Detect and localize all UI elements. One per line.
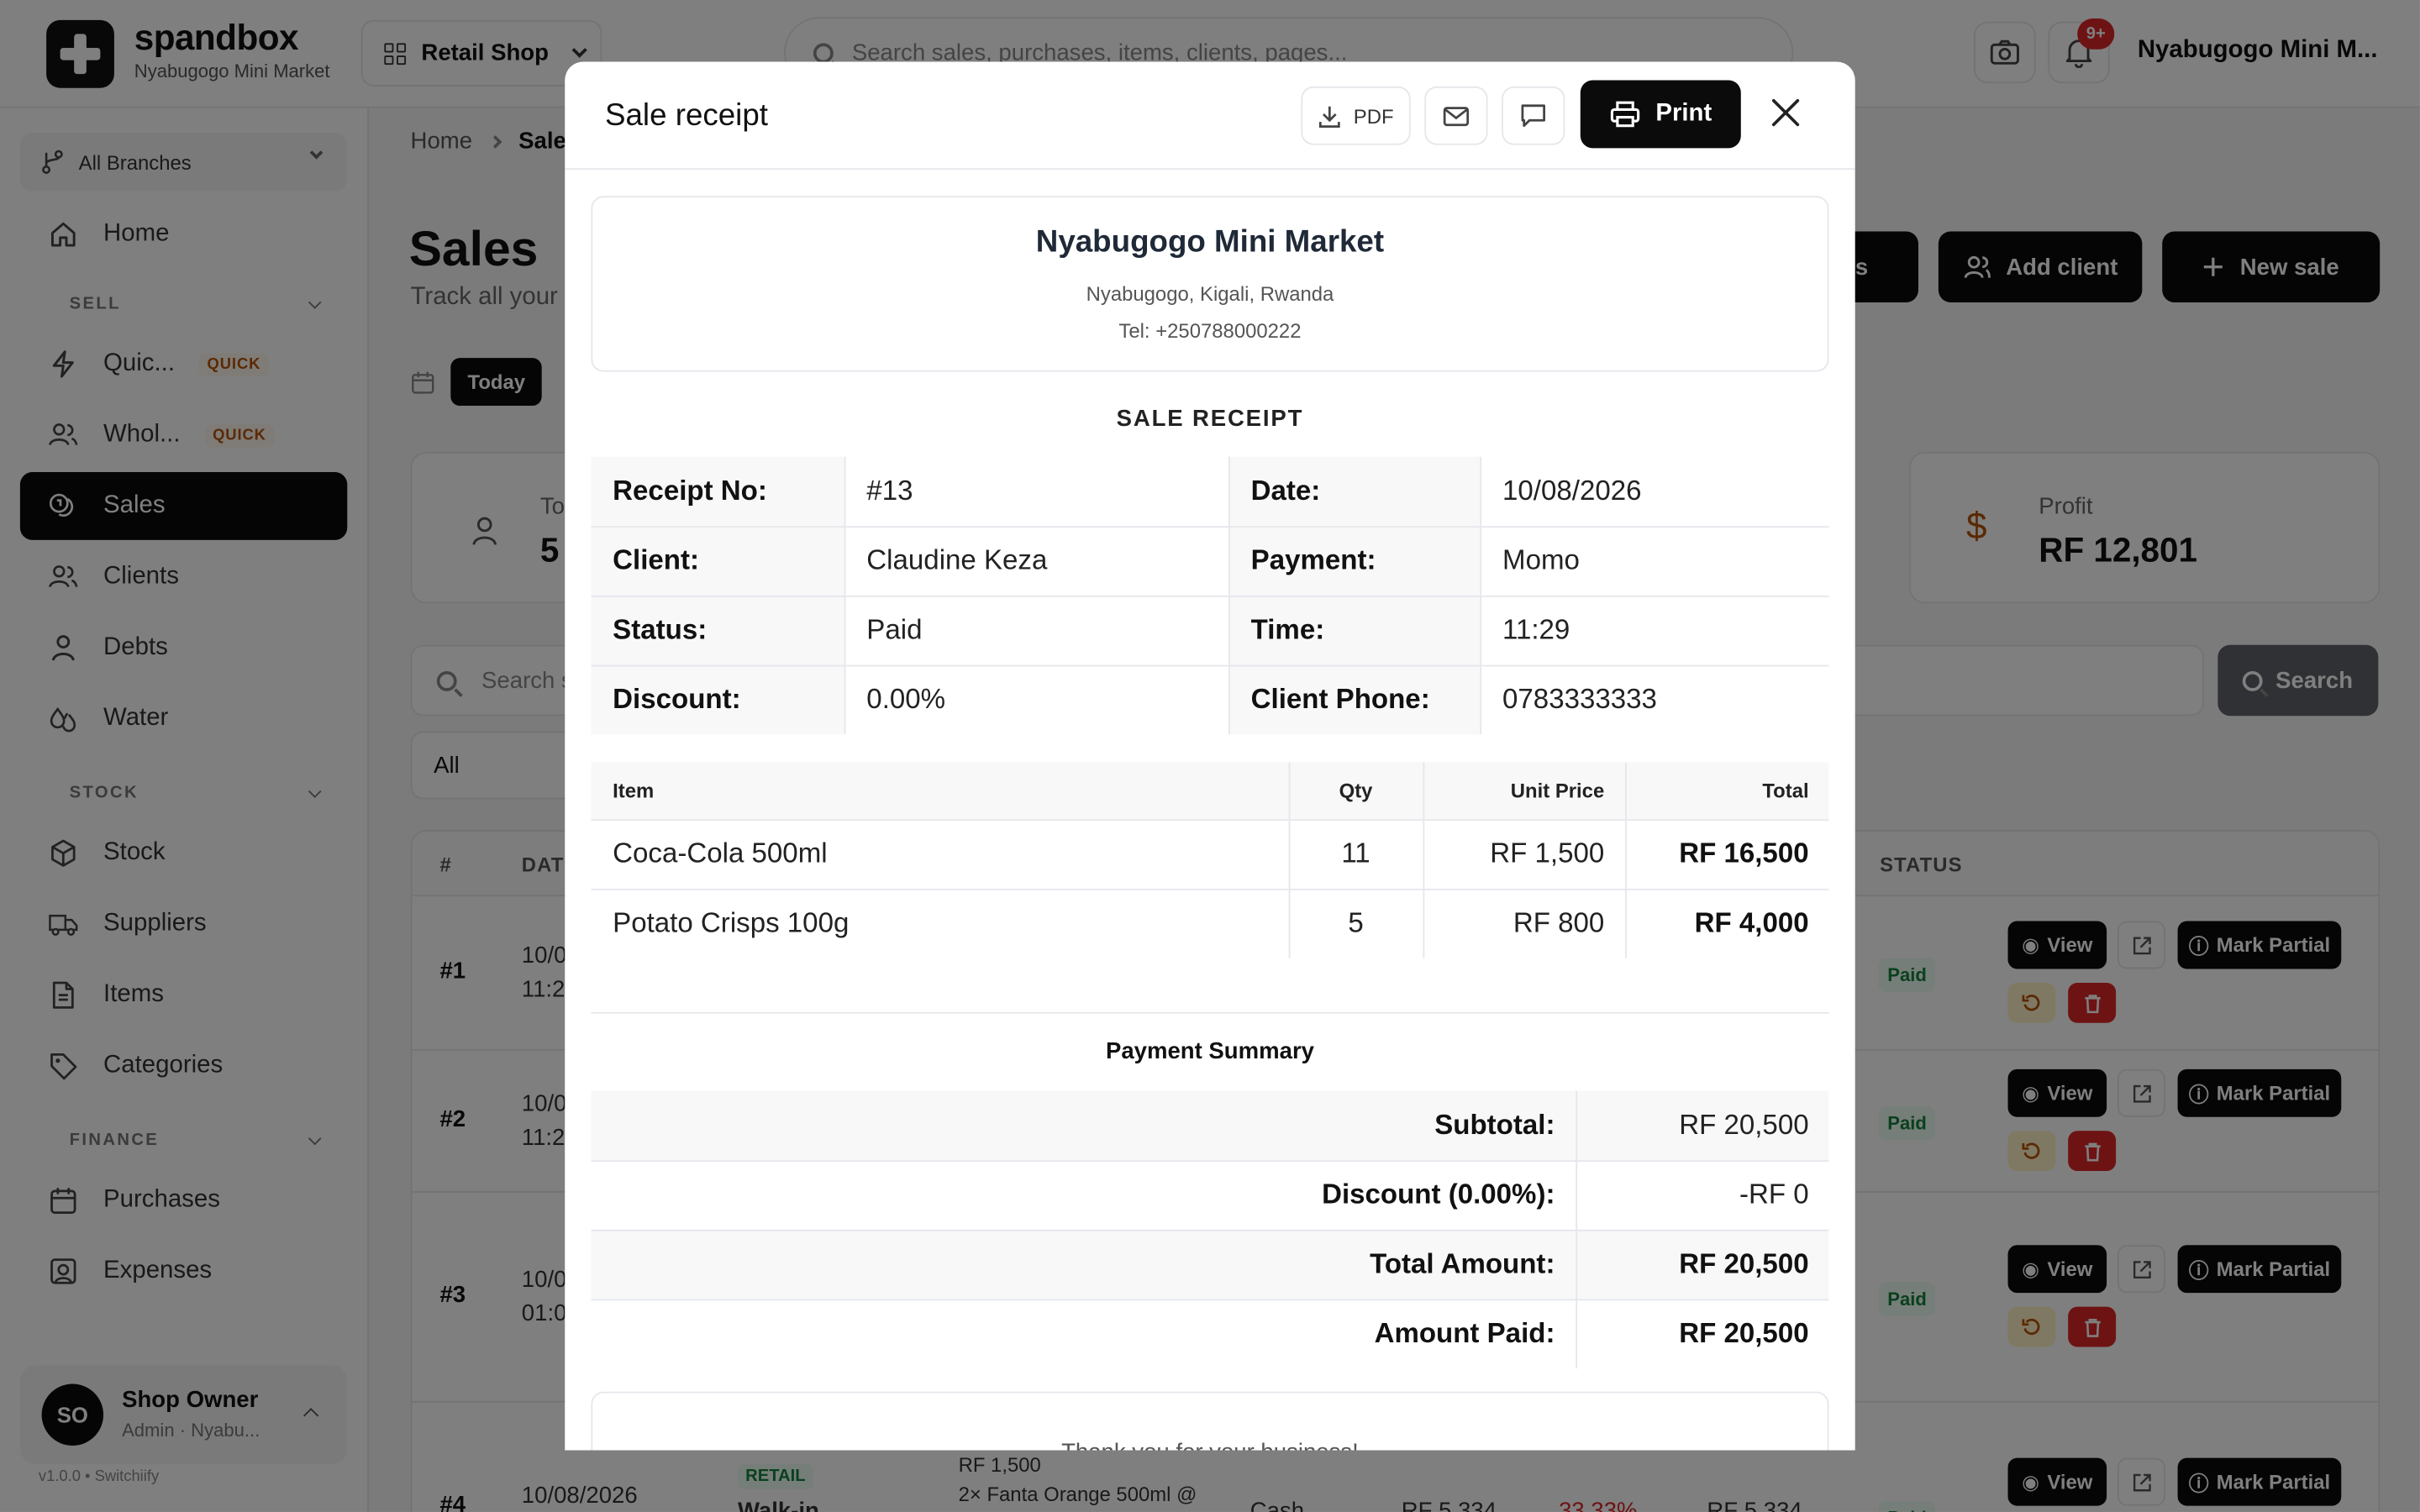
table-row: Coca-Cola 500ml 11 RF 1,500 RF 16,500 xyxy=(591,819,1829,890)
email-receipt-button[interactable] xyxy=(1424,86,1488,145)
date-value: 10/08/2026 xyxy=(1480,456,1829,528)
total-amount-label: Total Amount: xyxy=(591,1229,1577,1300)
summary-row: Total Amount: RF 20,500 xyxy=(591,1229,1829,1300)
discount-summary-label: Discount (0.00%): xyxy=(591,1160,1577,1231)
items-header-row: Item Qty Unit Price Total xyxy=(591,762,1829,821)
modal-title: Sale receipt xyxy=(604,98,768,133)
sale-receipt-modal: Sale receipt PDF Print Nyabugogo Mini Ma… xyxy=(565,61,1855,1451)
printer-icon xyxy=(1610,101,1639,128)
col-qty: Qty xyxy=(1288,762,1424,821)
app-root: spandbox Nyabugogo Mini Market Retail Sh… xyxy=(0,0,2420,1512)
print-button[interactable]: Print xyxy=(1580,80,1741,149)
receipt-no-value: #13 xyxy=(844,456,1229,528)
amount-paid-label: Amount Paid: xyxy=(591,1299,1577,1369)
modal-header: Sale receipt PDF Print xyxy=(565,61,1855,171)
thank-you-message: Thank you for your business! xyxy=(592,1440,1827,1451)
info-row: Client: Claudine Keza Payment: Momo xyxy=(591,526,1829,596)
item-qty: 11 xyxy=(1288,819,1424,890)
print-label: Print xyxy=(1655,100,1712,127)
item-unit-price: RF 1,500 xyxy=(1423,819,1626,890)
item-qty: 5 xyxy=(1288,888,1424,958)
client-label: Client: xyxy=(591,526,845,596)
client-phone-value: 0783333333 xyxy=(1502,684,1657,715)
close-icon[interactable] xyxy=(1769,96,1802,129)
message-icon xyxy=(1521,104,1545,128)
time-value: 11:29 xyxy=(1480,595,1829,666)
status-label: Status: xyxy=(591,595,845,666)
download-icon xyxy=(1318,105,1340,128)
download-pdf-button[interactable]: PDF xyxy=(1301,86,1411,145)
col-total: Total xyxy=(1625,762,1829,821)
item-name: Coca-Cola 500ml xyxy=(591,819,1290,890)
item-unit-price: RF 800 xyxy=(1423,888,1626,958)
summary-row: Discount (0.00%): -RF 0 xyxy=(591,1160,1829,1231)
sms-receipt-button[interactable] xyxy=(1502,86,1565,145)
info-row: Discount: 0.00% Client Phone: 0783333333 xyxy=(591,664,1828,735)
payment-summary-heading: Payment Summary xyxy=(1105,1038,1315,1065)
summary-row: Subtotal: RF 20,500 xyxy=(591,1090,1829,1162)
summary-row: Amount Paid: RF 20,500 xyxy=(591,1299,1828,1369)
status-value: Paid xyxy=(844,595,1229,666)
store-address: Nyabugogo, Kigali, Rwanda xyxy=(1086,282,1334,306)
payment-label: Payment: xyxy=(1228,526,1481,596)
amount-paid-value: RF 20,500 xyxy=(1679,1318,1809,1349)
item-name: Potato Crisps 100g xyxy=(591,888,1290,958)
pdf-label: PDF xyxy=(1353,103,1394,128)
payment-summary-table: Subtotal: RF 20,500 Discount (0.00%): -R… xyxy=(591,1090,1829,1369)
receipt-items-table: Item Qty Unit Price Total Coca-Cola 500m… xyxy=(591,762,1829,958)
payment-value: Momo xyxy=(1480,526,1829,596)
client-value: Claudine Keza xyxy=(844,526,1229,596)
receipt-info-table: Receipt No: #13 Date: 10/08/2026 Client:… xyxy=(591,456,1829,735)
mail-icon xyxy=(1443,106,1470,126)
info-row: Status: Paid Time: 11:29 xyxy=(591,595,1829,666)
item-total: RF 16,500 xyxy=(1625,819,1829,890)
col-unit-price: Unit Price xyxy=(1423,762,1626,821)
receipt-heading: SALE RECEIPT xyxy=(1116,406,1304,433)
item-total: RF 4,000 xyxy=(1694,907,1809,939)
subtotal-value: RF 20,500 xyxy=(1576,1090,1829,1162)
receipt-body: Nyabugogo Mini Market Nyabugogo, Kigali,… xyxy=(591,170,1829,1451)
total-amount-value: RF 20,500 xyxy=(1576,1229,1829,1300)
discount-label: Discount: xyxy=(591,664,845,735)
discount-value: 0.00% xyxy=(844,664,1229,735)
client-phone-label: Client Phone: xyxy=(1228,664,1481,735)
col-item: Item xyxy=(591,762,1290,821)
thank-you-card: Thank you for your business! xyxy=(591,1391,1829,1451)
date-label: Date: xyxy=(1228,456,1481,528)
receipt-no-label: Receipt No: xyxy=(591,456,845,528)
table-row: Potato Crisps 100g 5 RF 800 RF 4,000 xyxy=(591,888,1828,958)
time-label: Time: xyxy=(1228,595,1481,666)
subtotal-label: Subtotal: xyxy=(591,1090,1577,1162)
store-name: Nyabugogo Mini Market xyxy=(1035,225,1385,260)
store-phone: Tel: +250788000222 xyxy=(1118,319,1302,343)
info-row: Receipt No: #13 Date: 10/08/2026 xyxy=(591,456,1829,528)
divider xyxy=(591,1011,1829,1014)
store-info-card: Nyabugogo Mini Market Nyabugogo, Kigali,… xyxy=(591,196,1829,372)
discount-summary-value: -RF 0 xyxy=(1576,1160,1829,1231)
